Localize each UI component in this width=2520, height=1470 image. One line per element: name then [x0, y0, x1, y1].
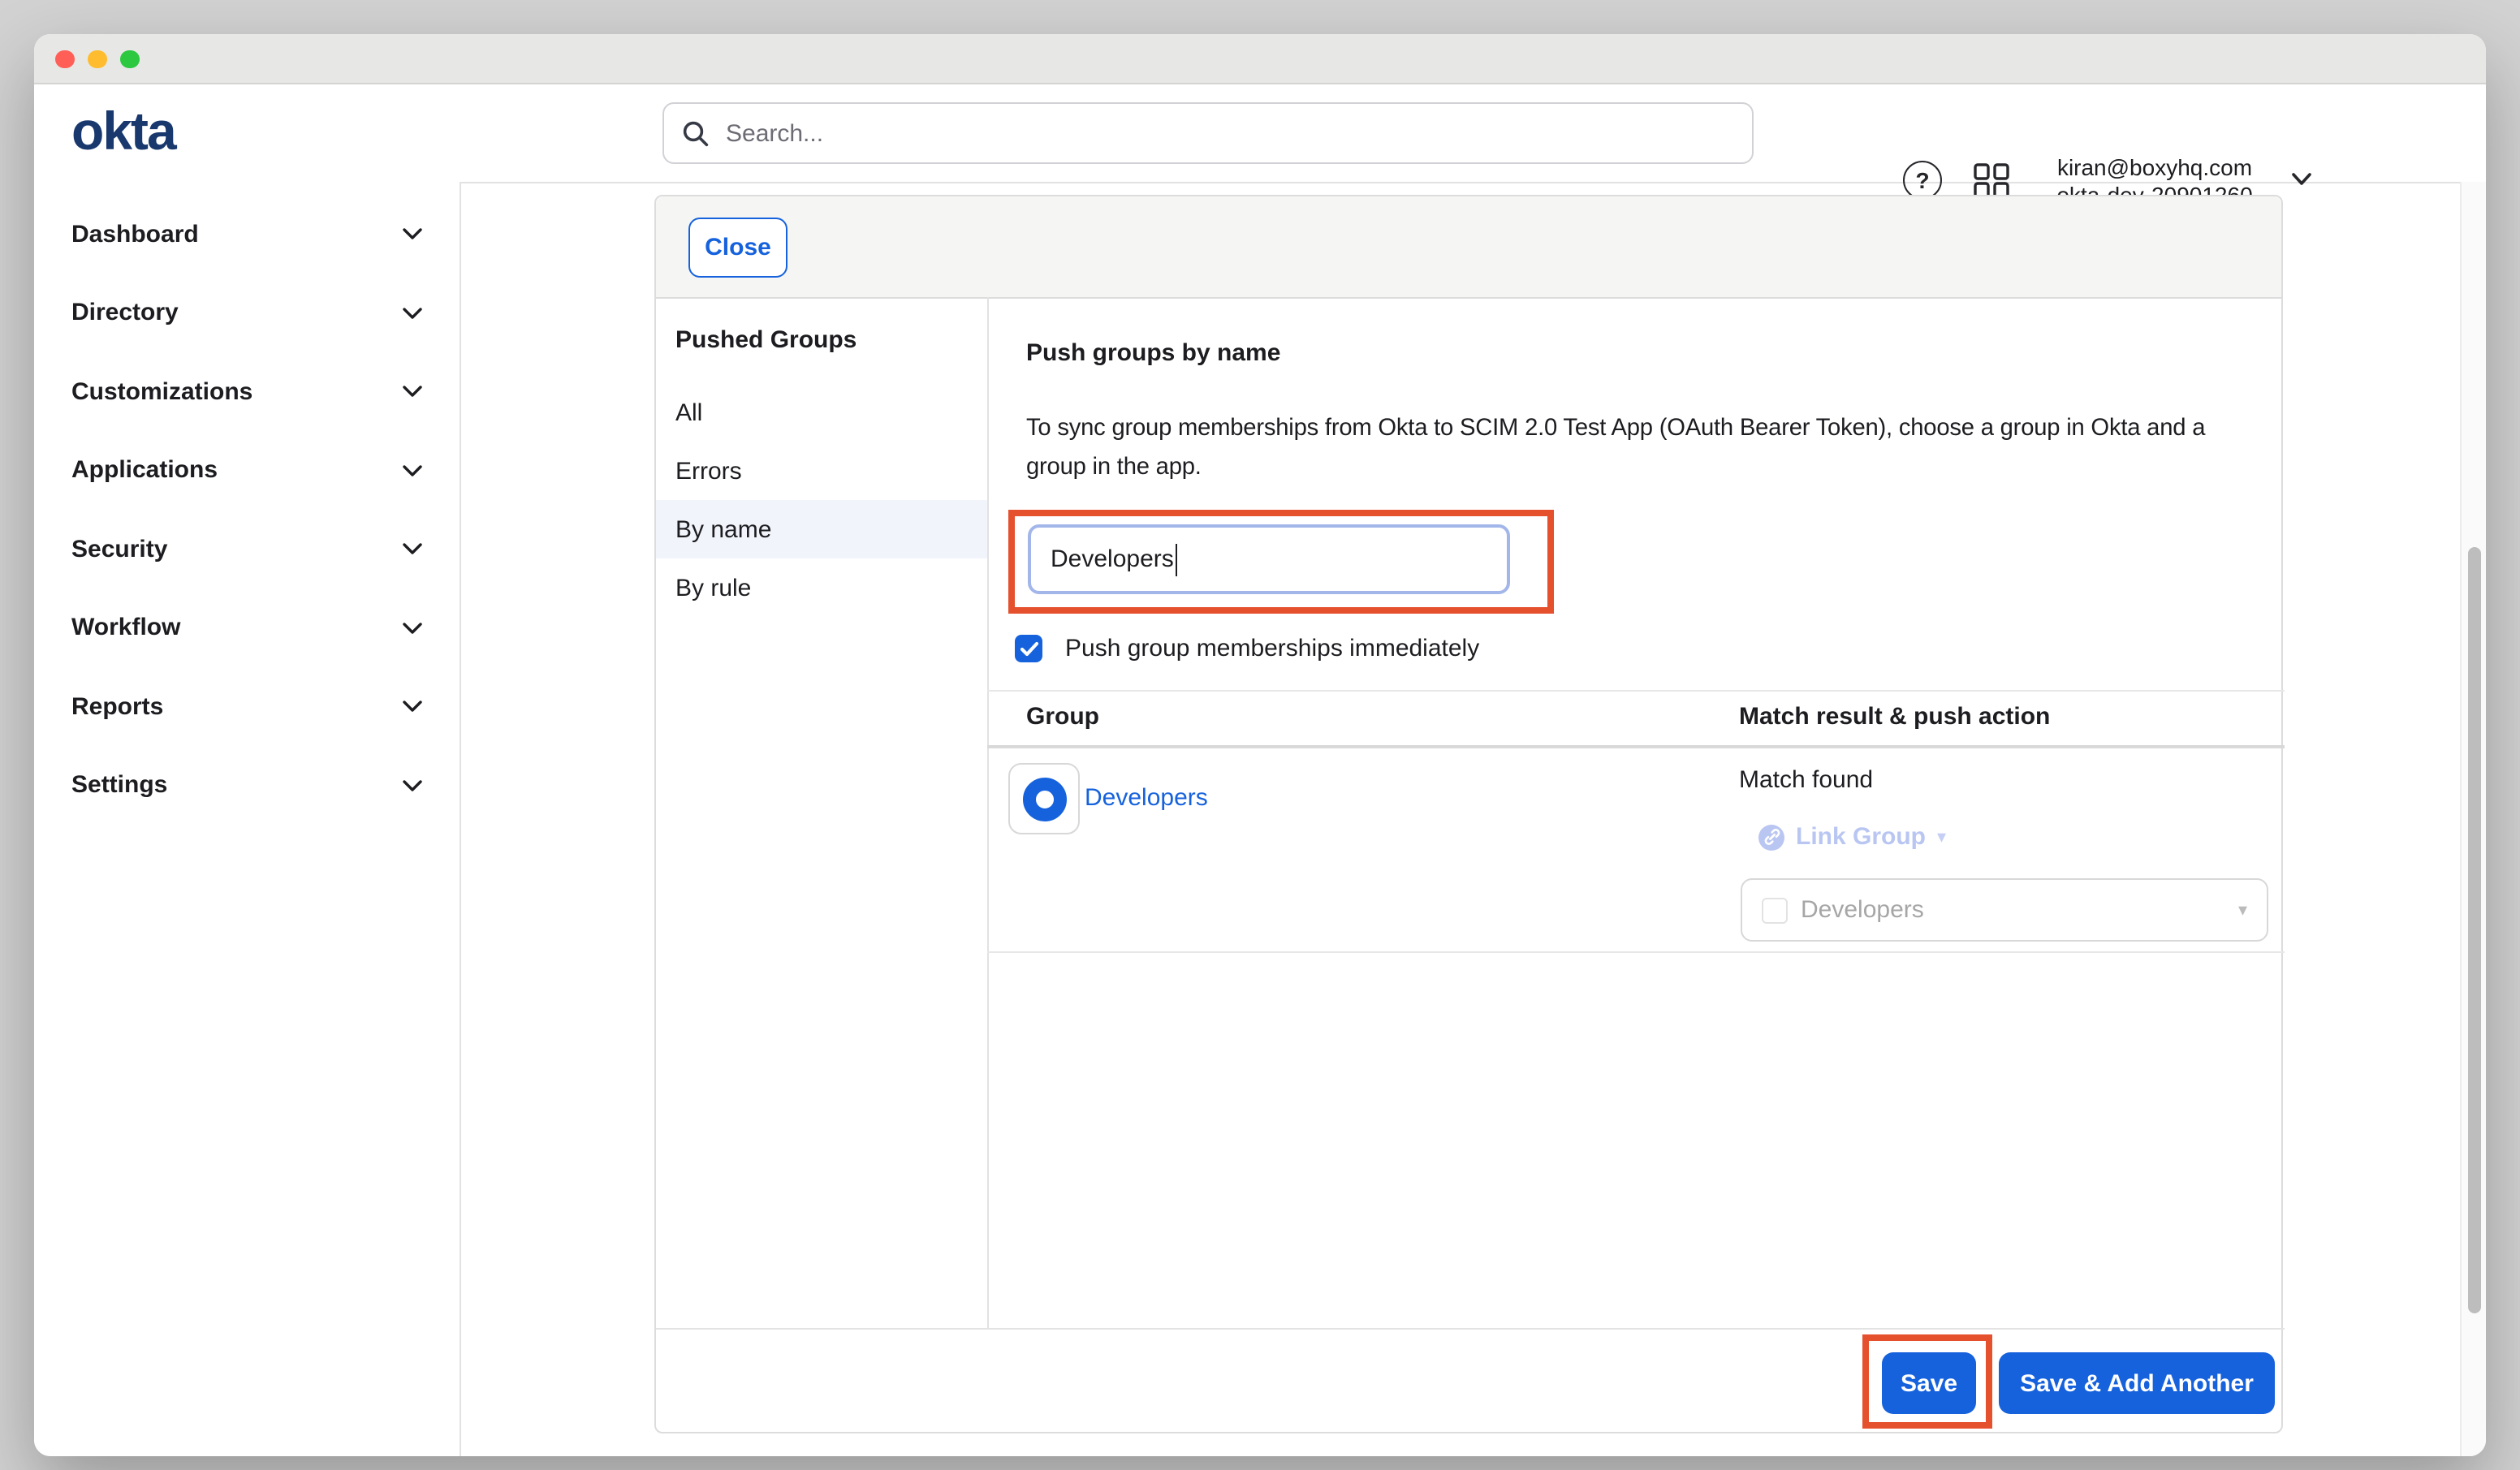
okta-logo[interactable]: okta: [71, 102, 175, 161]
section-divider: [987, 690, 2285, 692]
close-button[interactable]: Close: [688, 218, 788, 278]
row-divider: [987, 951, 2285, 953]
scrollbar-track[interactable]: [2460, 182, 2486, 1456]
match-status: Match found: [1739, 766, 1873, 794]
chevron-down-icon: [403, 701, 422, 713]
app-header: okta ? kiran@boxyhq.com okta-dev-20901: [34, 84, 2486, 183]
sidebar-item-workflow[interactable]: Workflow: [34, 588, 460, 667]
group-name-value: Developers: [1051, 545, 1174, 573]
chevron-down-icon: [403, 622, 422, 635]
column-header-group: Group: [1026, 703, 1099, 731]
sidebar-item-dashboard[interactable]: Dashboard: [34, 195, 460, 274]
app-group-value: Developers: [1801, 896, 2238, 924]
scrollbar-thumb[interactable]: [2467, 547, 2481, 1313]
group-name-input[interactable]: Developers: [1028, 524, 1510, 594]
panel-header: Close: [656, 196, 2281, 299]
chevron-down-icon: [403, 228, 422, 241]
table-header-divider: [987, 745, 2285, 748]
group-name-link[interactable]: Developers: [1085, 784, 1208, 812]
search-input[interactable]: [723, 118, 1752, 149]
subnav-divider: [987, 297, 989, 1328]
chevron-down-icon: [403, 543, 422, 556]
save-add-another-button[interactable]: Save & Add Another: [1999, 1352, 2275, 1414]
browser-window: okta ? kiran@boxyhq.com okta-dev-20901: [34, 34, 2486, 1456]
push-groups-panel: Close Pushed Groups All Errors By name B…: [654, 195, 2283, 1433]
footer-divider: [656, 1328, 2285, 1330]
sidebar-item-applications[interactable]: Applications: [34, 431, 460, 510]
chevron-down-icon: [2291, 172, 2312, 187]
description-text: To sync group memberships from Okta to S…: [1026, 409, 2228, 487]
chevron-down-icon: [403, 307, 422, 320]
checkbox-unchecked-icon: [1762, 897, 1788, 923]
subnav-title: Pushed Groups: [675, 326, 857, 354]
account-email: kiran@boxyhq.com: [2041, 153, 2268, 182]
screen: okta ? kiran@boxyhq.com okta-dev-20901: [0, 0, 2520, 1470]
push-immediately-label: Push group memberships immediately: [1065, 635, 1479, 662]
chevron-down-icon: [403, 464, 422, 477]
sidebar-item-directory[interactable]: Directory: [34, 274, 460, 352]
push-immediately-row[interactable]: Push group memberships immediately: [1015, 635, 1479, 662]
sidebar-item-customizations[interactable]: Customizations: [34, 352, 460, 431]
subnav-item-by-rule[interactable]: By rule: [656, 558, 987, 617]
group-icon: [1022, 777, 1066, 821]
link-icon: [1758, 824, 1784, 850]
window-minimize-icon[interactable]: [88, 50, 106, 68]
help-icon[interactable]: ?: [1903, 161, 1942, 200]
column-header-match: Match result & push action: [1739, 703, 2050, 731]
sidebar-item-settings[interactable]: Settings: [34, 746, 460, 825]
window-zoom-icon[interactable]: [120, 50, 139, 68]
group-avatar: [1008, 763, 1080, 834]
checkbox-checked-icon[interactable]: [1015, 635, 1042, 662]
window-titlebar: [34, 34, 2486, 84]
app-group-select[interactable]: Developers ▾: [1741, 878, 2268, 942]
global-search[interactable]: [662, 102, 1754, 164]
subnav-item-errors[interactable]: Errors: [656, 442, 987, 500]
link-group-label: Link Group: [1796, 823, 1926, 851]
page-title: Push groups by name: [1026, 339, 1280, 367]
window-close-icon[interactable]: [55, 50, 74, 68]
sidebar-item-security[interactable]: Security: [34, 510, 460, 588]
subnav-item-by-name[interactable]: By name: [656, 500, 987, 558]
subnav-item-all[interactable]: All: [656, 383, 987, 442]
search-icon: [682, 119, 710, 147]
chevron-down-icon: [403, 386, 422, 399]
text-cursor: [1176, 543, 1178, 575]
caret-down-icon: ▾: [2238, 899, 2247, 920]
caret-down-icon: ▾: [1937, 826, 1946, 847]
chevron-down-icon: [403, 779, 422, 792]
sidebar: Dashboard Directory Customizations Appli…: [34, 182, 461, 1456]
link-group-button[interactable]: Link Group ▾: [1758, 823, 1946, 851]
save-button[interactable]: Save: [1882, 1352, 1976, 1414]
sidebar-item-reports[interactable]: Reports: [34, 667, 460, 746]
